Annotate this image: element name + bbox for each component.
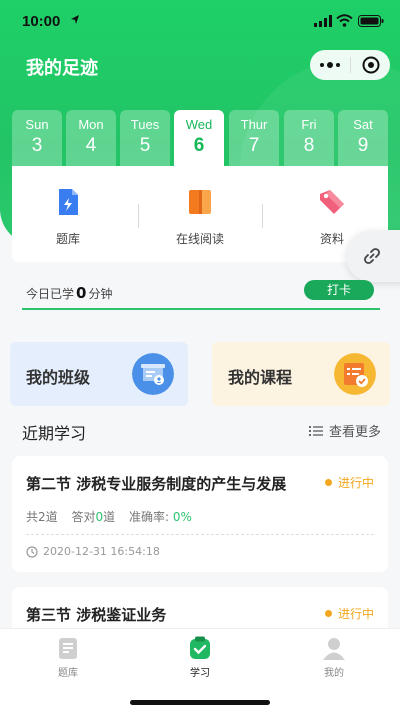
day-tab-wed[interactable]: Wed 6 bbox=[174, 110, 224, 168]
day-name: Sat bbox=[353, 117, 373, 132]
entry-divider bbox=[138, 204, 139, 228]
accuracy-label: 准确率: bbox=[129, 510, 170, 524]
book-icon bbox=[189, 190, 211, 214]
today-suffix: 分钟 bbox=[88, 287, 113, 301]
status-dot-icon bbox=[324, 610, 332, 617]
my-course-card[interactable]: 我的课程 bbox=[212, 342, 390, 406]
quick-entries: 题库 在线阅读 资料 bbox=[12, 166, 388, 262]
day-tab-fri[interactable]: Fri 8 bbox=[284, 110, 334, 166]
item-title: 第二节 涉税专业服务制度的产生与发展 bbox=[26, 475, 287, 493]
day-number: 6 bbox=[193, 135, 205, 156]
document-icon bbox=[59, 189, 78, 215]
page-title: 我的足迹 bbox=[26, 58, 98, 79]
today-study-text: 今日已学 0 分钟 bbox=[26, 284, 112, 302]
today-prefix: 今日已学 bbox=[26, 287, 75, 301]
entry-online-reading[interactable]: 在线阅读 bbox=[150, 186, 250, 247]
day-number: 4 bbox=[85, 135, 97, 156]
question-bank-tab-icon bbox=[59, 638, 77, 659]
class-board-icon bbox=[132, 353, 174, 395]
location-arrow-icon bbox=[71, 15, 79, 24]
miniprogram-capsule bbox=[310, 50, 390, 80]
today-study-bar: 今日已学 0 分钟 打卡 bbox=[22, 278, 380, 310]
day-number: 7 bbox=[248, 135, 260, 156]
day-number: 8 bbox=[303, 135, 315, 156]
item-title: 第三节 涉税鉴证业务 bbox=[26, 606, 167, 624]
day-tab-tues[interactable]: Tues 5 bbox=[120, 110, 170, 166]
status-label: 进行中 bbox=[337, 476, 374, 490]
user-tab-icon bbox=[323, 638, 345, 660]
status-time: 10:00 bbox=[22, 13, 61, 30]
my-class-card[interactable]: 我的班级 bbox=[10, 342, 188, 406]
list-icon bbox=[309, 425, 323, 436]
day-name: Sun bbox=[25, 117, 49, 132]
bottom-tab-bar: 题库 学习 我的 bbox=[0, 628, 400, 711]
day-name: Wed bbox=[185, 117, 213, 132]
total-count: 2 bbox=[38, 510, 46, 524]
home-indicator bbox=[130, 700, 270, 705]
clock-icon bbox=[26, 545, 38, 558]
entry-divider bbox=[262, 204, 263, 228]
status-dot-icon bbox=[324, 479, 332, 486]
total-suffix: 道 bbox=[45, 510, 58, 524]
day-number: 5 bbox=[139, 135, 151, 156]
tab-label: 题库 bbox=[58, 668, 78, 679]
item-divider bbox=[26, 534, 374, 535]
recent-study-item[interactable]: 第二节 涉税专业服务制度的产生与发展 进行中 共2道 答对0道 准确率: 0% … bbox=[12, 456, 388, 572]
item-time: 2020-12-31 16:54:18 bbox=[26, 545, 160, 558]
checkin-button[interactable]: 打卡 bbox=[304, 280, 374, 300]
signal-icon bbox=[314, 15, 332, 27]
see-more-link[interactable]: 查看更多 bbox=[309, 421, 381, 440]
entry-label: 题库 bbox=[55, 232, 80, 246]
day-name: Tues bbox=[130, 117, 160, 132]
day-number: 3 bbox=[31, 135, 43, 156]
status-bar: 10:00 bbox=[0, 0, 400, 44]
status-badge: 进行中 bbox=[324, 474, 374, 491]
entry-question-bank[interactable]: 题库 bbox=[18, 186, 118, 247]
total-prefix: 共 bbox=[26, 510, 39, 524]
correct-count: 0 bbox=[95, 510, 104, 524]
accuracy-value: 0% bbox=[172, 510, 192, 524]
entry-label: 在线阅读 bbox=[175, 232, 224, 246]
tab-question-bank[interactable]: 题库 bbox=[28, 635, 108, 679]
status-badge: 进行中 bbox=[324, 605, 374, 622]
day-name: Thur bbox=[240, 117, 268, 132]
tab-study[interactable]: 学习 bbox=[160, 635, 240, 679]
day-tab-sat[interactable]: Sat 9 bbox=[338, 110, 388, 166]
week-day-selector: Sun 3 Mon 4 Tues 5 Wed 6 Thur 7 Fri 8 Sa… bbox=[12, 110, 388, 168]
card-title: 我的班级 bbox=[26, 368, 91, 387]
more-icon[interactable] bbox=[310, 62, 350, 68]
close-miniprogram-icon[interactable] bbox=[351, 56, 390, 74]
status-label: 进行中 bbox=[337, 607, 374, 621]
day-tab-sun[interactable]: Sun 3 bbox=[12, 110, 62, 166]
share-link-button[interactable] bbox=[346, 230, 400, 282]
day-name: Mon bbox=[78, 117, 104, 132]
see-more-label: 查看更多 bbox=[329, 425, 382, 440]
day-tab-thur[interactable]: Thur 7 bbox=[229, 110, 279, 166]
correct-suffix: 道 bbox=[103, 510, 116, 524]
day-tab-mon[interactable]: Mon 4 bbox=[66, 110, 116, 166]
course-list-icon bbox=[334, 353, 376, 395]
wifi-icon bbox=[336, 14, 353, 27]
battery-icon bbox=[358, 15, 384, 27]
tab-label: 学习 bbox=[190, 668, 210, 679]
item-stats: 共2道 答对0道 准确率: 0% bbox=[26, 508, 192, 525]
tag-icon bbox=[320, 190, 344, 214]
day-name: Fri bbox=[301, 117, 317, 132]
tab-mine[interactable]: 我的 bbox=[294, 635, 374, 679]
item-timestamp: 2020-12-31 16:54:18 bbox=[43, 545, 160, 558]
today-minutes: 0 bbox=[76, 284, 87, 302]
link-icon bbox=[364, 248, 380, 264]
recent-study-title: 近期学习 bbox=[22, 424, 87, 443]
tab-label: 我的 bbox=[324, 668, 344, 679]
card-title: 我的课程 bbox=[228, 368, 293, 387]
study-tab-icon bbox=[190, 636, 210, 659]
day-number: 9 bbox=[357, 135, 369, 156]
correct-prefix: 答对 bbox=[71, 510, 96, 524]
